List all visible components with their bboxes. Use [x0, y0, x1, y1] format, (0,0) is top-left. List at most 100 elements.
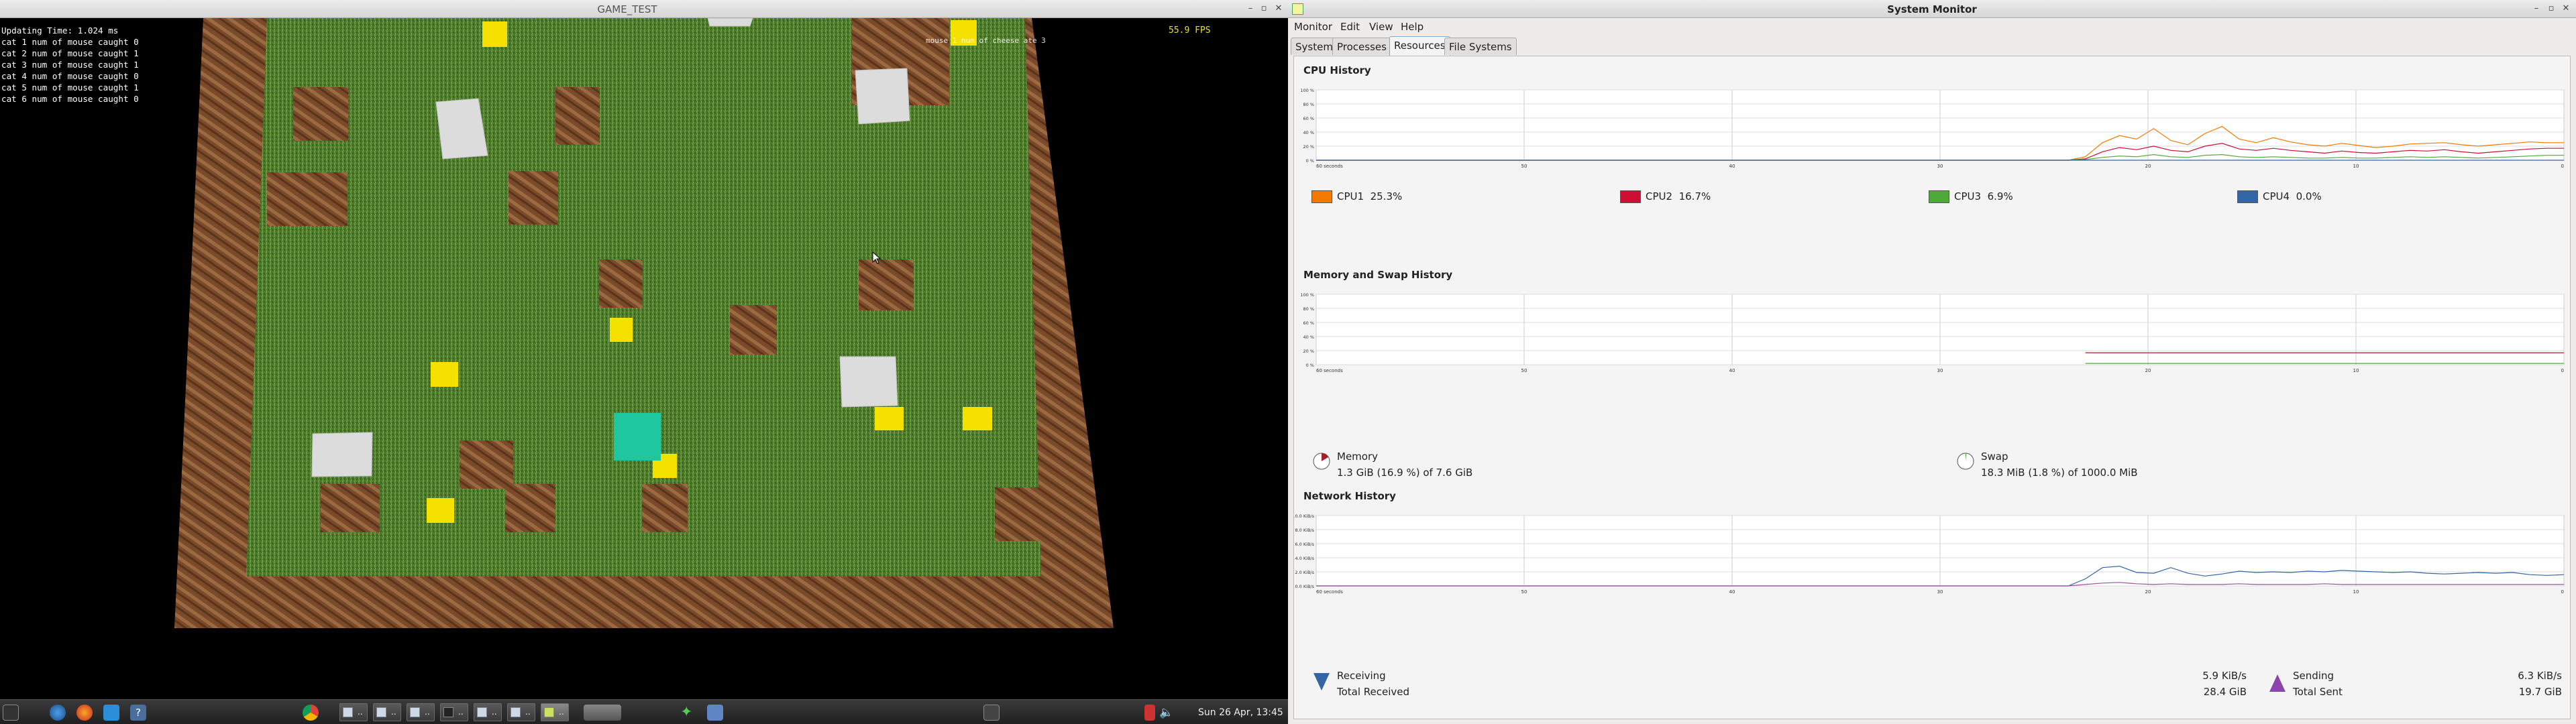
window-title: System Monitor [1887, 3, 1977, 15]
hud-line: cat 3 num of mouse caught 1 [1, 60, 139, 70]
resources-panel: CPU History 60 seconds 50 40 30 20 10 0 100 % 80… [1293, 56, 2571, 719]
taskbar-task[interactable]: .. [507, 703, 535, 721]
window-title: GAME_TEST [597, 3, 657, 15]
cat-agent [614, 413, 661, 461]
hud-line: cat 5 num of mouse caught 1 [1, 82, 139, 93]
hud-stats: Updating Time: 1.024 ms cat 1 num of mous… [1, 25, 139, 105]
cpu-y-tick: 60 % [1303, 116, 1314, 121]
close-icon[interactable]: ✕ [2560, 3, 2572, 15]
maximize-icon[interactable]: ▫ [1258, 3, 1270, 15]
network-y-tick: 2.0 KiB/s [1295, 570, 1314, 575]
swap-pie-icon[interactable] [1955, 451, 1976, 471]
tab-file-systems[interactable]: File Systems [1444, 38, 1517, 55]
firefox-icon[interactable] [76, 705, 93, 721]
memory-x-tick: 20 [2145, 368, 2151, 373]
clock[interactable]: Sun 26 Apr, 13:45 [1198, 707, 1283, 718]
tab-system[interactable]: System [1291, 38, 1338, 55]
volume-icon[interactable]: 🔈 [1159, 705, 1175, 721]
network-history-chart: 60 seconds 50 40 30 20 10 0 10.0 KiB/s 8.0 KiB/s… [1294, 514, 2565, 595]
hud-line: cat 6 num of mouse caught 0 [1, 94, 139, 104]
memory-y-tick: 20 % [1303, 349, 1314, 354]
tool-icon[interactable] [103, 705, 119, 721]
tab-resources[interactable]: Resources [1389, 36, 1450, 56]
system-monitor-window: System Monitor – ▫ ✕ Monitor Edit View H… [1288, 0, 2576, 724]
memory-x-tick: 30 [1937, 368, 1943, 373]
folder-icon [343, 707, 353, 717]
maximize-icon[interactable]: ▫ [2545, 3, 2557, 15]
taskbar-task[interactable]: .. [474, 703, 502, 721]
game-scene[interactable] [0, 18, 1288, 699]
taskbar-task[interactable]: .. [407, 703, 435, 721]
cpu-x-tick: 50 [1521, 164, 1527, 169]
cpu1-label: CPU1 25.3% [1337, 190, 1403, 202]
window-icon [477, 707, 487, 717]
sending-label: Sending [2293, 670, 2334, 682]
menu-icon[interactable] [3, 705, 19, 721]
memory-y-tick: 100 % [1300, 292, 1314, 298]
game-titlebar[interactable]: GAME_TEST – ▫ ✕ [0, 0, 1288, 18]
files-icon[interactable] [707, 705, 723, 721]
menu-edit[interactable]: Edit [1340, 21, 1360, 33]
swap-value: 18.3 MiB (1.8 %) of 1000.0 MiB [1981, 467, 2138, 479]
tab-processes[interactable]: Processes [1332, 38, 1391, 55]
taskbar-task-active[interactable]: .. [541, 703, 569, 721]
tab-bar: System Processes Resources File Systems [1288, 34, 2576, 56]
hud-line: Updating Time: 1.024 ms [1, 25, 119, 36]
cpu2-swatch[interactable] [1620, 190, 1641, 203]
cpu4-swatch[interactable] [2237, 190, 2258, 203]
cpu-y-tick: 80 % [1303, 102, 1314, 107]
receiving-arrow-icon[interactable] [1311, 672, 1332, 693]
cpu3-swatch[interactable] [1929, 190, 1949, 203]
memory-value: 1.3 GiB (16.9 %) of 7.6 GiB [1337, 467, 1473, 479]
network-x-tick: 40 [1729, 589, 1735, 595]
cpu-x-tick: 40 [1729, 164, 1735, 169]
runner-icon[interactable]: ✦ [680, 705, 696, 721]
network-x-tick: 60 seconds [1316, 589, 1343, 595]
memory-pie-icon[interactable] [1311, 451, 1332, 471]
workspace-switcher[interactable] [584, 705, 621, 721]
taskbar-task[interactable]: .. [373, 703, 401, 721]
memory-y-tick: 0 % [1306, 363, 1314, 368]
help-icon[interactable]: ? [130, 705, 146, 721]
menu-help[interactable]: Help [1401, 21, 1424, 33]
close-icon[interactable]: ✕ [1273, 3, 1285, 15]
receiving-value: 5.9 KiB/s [2202, 670, 2247, 682]
fps-counter: 55.9 FPS [1169, 25, 1211, 36]
memory-y-tick: 80 % [1303, 306, 1314, 312]
folder-icon [376, 707, 386, 717]
network-y-tick: 0.0 KiB/s [1295, 584, 1314, 589]
cpu-history-chart: 60 seconds 50 40 30 20 10 0 100 % 80 % 60 % 40 % 20… [1300, 88, 2565, 169]
terminal-icon [443, 707, 453, 717]
cpu-y-tick: 0 % [1306, 158, 1314, 164]
taskbar: ? .. .. .. .. .. .. .. ✦ 🔈 Sun 26 Apr, 1… [0, 699, 1288, 724]
chrome-icon[interactable] [303, 705, 319, 721]
thunderbird-icon[interactable] [50, 705, 66, 721]
minimize-icon[interactable]: – [1244, 3, 1256, 15]
sending-arrow-icon[interactable] [2267, 672, 2288, 693]
cpu-y-tick: 100 % [1300, 88, 1314, 93]
menu-monitor[interactable]: Monitor [1294, 21, 1332, 33]
minimize-icon[interactable]: – [2530, 3, 2542, 15]
taskbar-task[interactable]: .. [440, 703, 468, 721]
network-history-title: Network History [1303, 490, 1396, 502]
cpu-x-tick: 10 [2353, 164, 2359, 169]
network-y-tick: 6.0 KiB/s [1295, 542, 1314, 547]
taskbar-task[interactable]: .. [339, 703, 368, 721]
editor-icon [410, 707, 420, 717]
memory-x-tick: 10 [2353, 368, 2359, 373]
sysmon-titlebar[interactable]: System Monitor – ▫ ✕ [1288, 0, 2576, 18]
memory-history-title: Memory and Swap History [1303, 269, 1453, 281]
cpu3-label: CPU3 6.9% [1954, 190, 2013, 202]
cpu-y-tick: 20 % [1303, 144, 1314, 149]
tray-app-icon[interactable] [983, 705, 1000, 721]
menu-view[interactable]: View [1369, 21, 1393, 33]
swap-label: Swap [1981, 450, 2008, 463]
hud-line: cat 2 num of mouse caught 1 [1, 48, 139, 58]
cpu1-swatch[interactable] [1311, 190, 1332, 203]
network-y-tick: 10.0 KiB/s [1294, 514, 1315, 519]
cpu-x-tick: 60 seconds [1316, 164, 1343, 169]
cpu-x-tick: 0 [2561, 164, 2564, 169]
network-x-tick: 10 [2353, 589, 2359, 595]
power-icon[interactable] [1144, 705, 1155, 721]
menubar: Monitor Edit View Help [1288, 18, 2576, 34]
